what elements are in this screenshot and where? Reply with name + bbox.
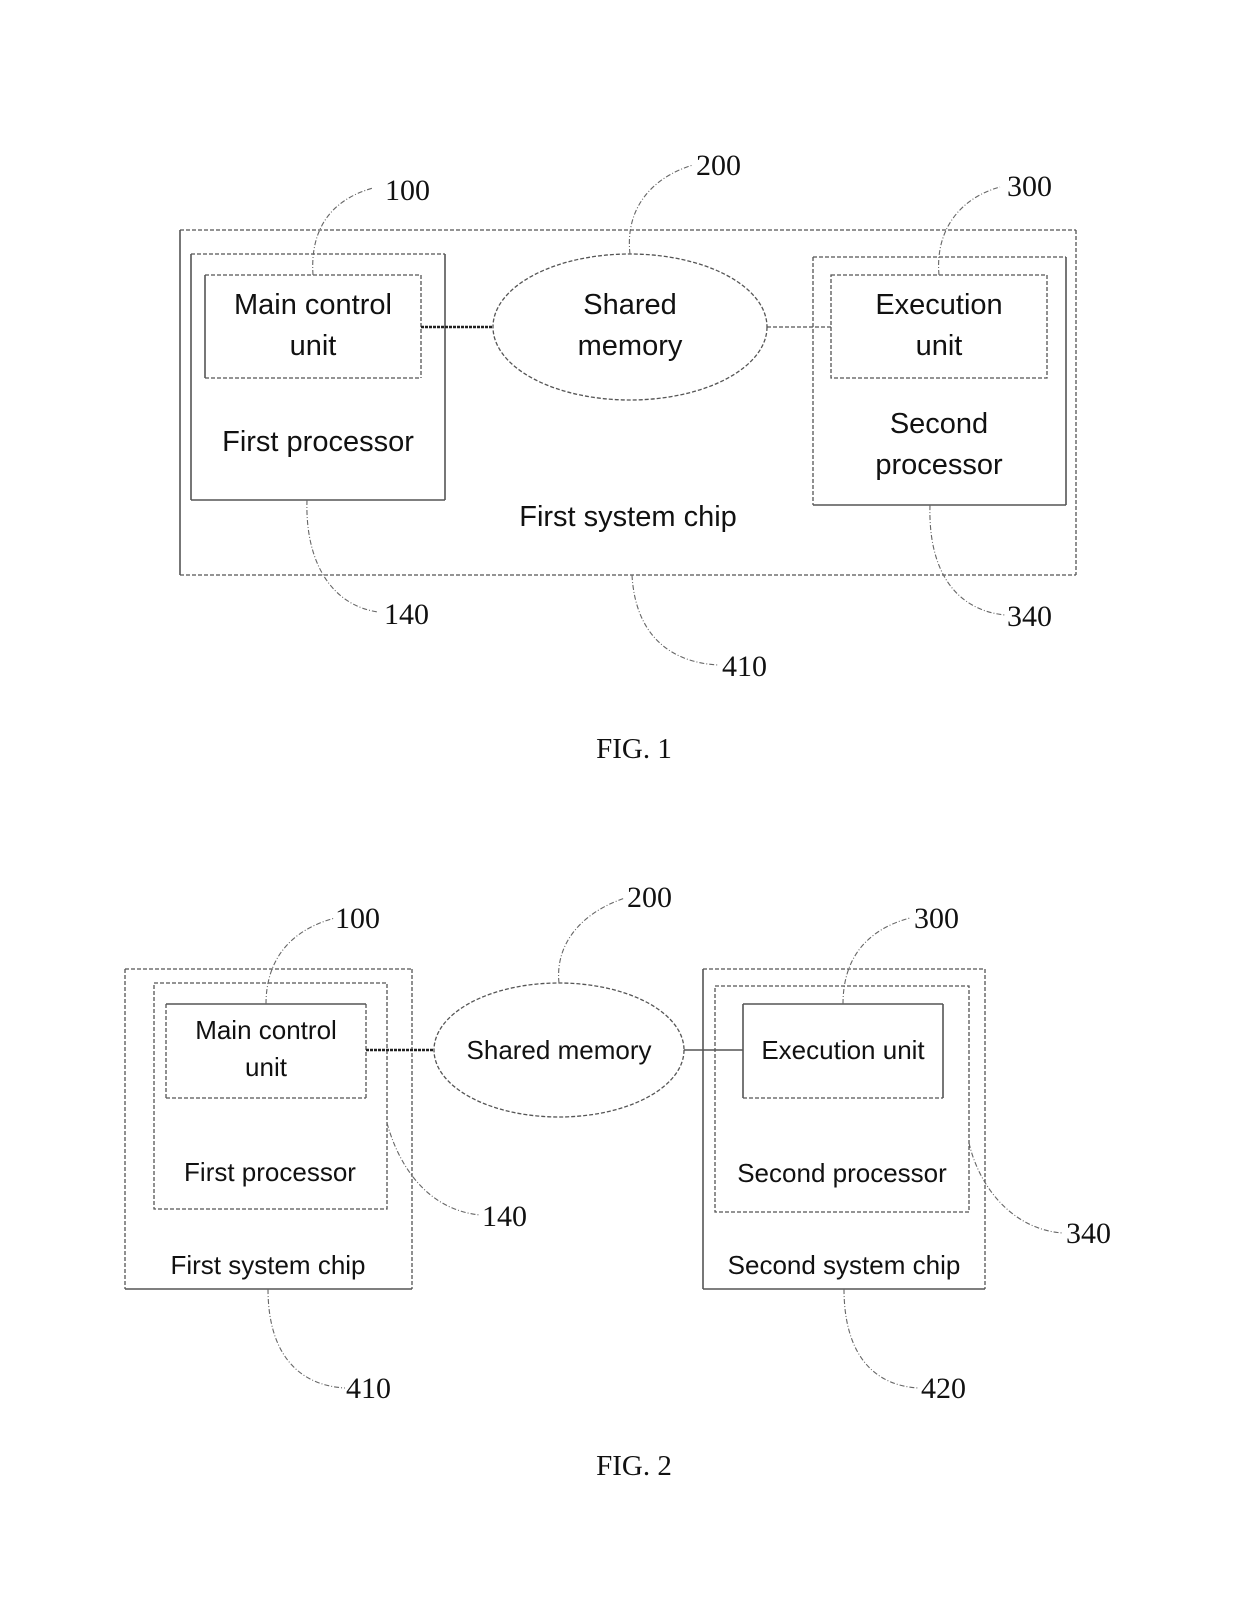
execution-unit-label-fig2: Execution unit	[761, 1035, 925, 1065]
leader-line-140-fig2	[386, 1122, 481, 1216]
ref-numeral-410-fig2: 410	[346, 1372, 391, 1405]
leader-line-340	[929, 504, 1006, 616]
second-processor-label-fig2: Second processor	[737, 1158, 947, 1188]
main-control-unit-label-line2-fig2: unit	[245, 1052, 288, 1082]
main-control-unit-label-line1-fig2: Main control	[195, 1015, 337, 1045]
ref-numeral-420-fig2: 420	[921, 1372, 966, 1405]
execution-unit-label-line1: Execution	[875, 289, 1002, 321]
leader-line-410-fig2	[267, 1288, 346, 1389]
first-processor-label-fig2: First processor	[184, 1157, 356, 1187]
leader-line-200-fig2	[558, 897, 626, 984]
figure-1: First system chip First processor Main c…	[179, 149, 1077, 765]
ref-numeral-140: 140	[384, 598, 429, 631]
leader-line-100-fig2	[265, 917, 336, 1005]
second-processor-label-line1: Second	[890, 408, 988, 440]
ref-numeral-300: 300	[1007, 170, 1052, 203]
figure-1-caption: FIG. 1	[596, 733, 672, 765]
ref-numeral-100-fig2: 100	[335, 902, 380, 935]
figure-2: First system chip First processor Main c…	[124, 881, 1111, 1482]
figure-2-caption: FIG. 2	[596, 1450, 672, 1482]
ref-numeral-140-fig2: 140	[482, 1200, 527, 1233]
leader-line-200	[628, 164, 694, 255]
leader-line-100	[312, 187, 374, 276]
ref-numeral-300-fig2: 300	[914, 902, 959, 935]
leader-line-420-fig2	[843, 1288, 919, 1389]
ref-numeral-200-fig2: 200	[627, 881, 672, 914]
ref-numeral-340: 340	[1007, 600, 1052, 633]
leader-line-410	[631, 574, 719, 666]
execution-unit-label-line2: unit	[916, 330, 963, 362]
first-system-chip-label-fig2: First system chip	[170, 1250, 365, 1280]
second-system-chip-label: Second system chip	[728, 1250, 961, 1280]
ref-numeral-200: 200	[696, 149, 741, 182]
shared-memory-label-line1: Shared	[583, 289, 677, 321]
main-control-unit-label-line2: unit	[290, 330, 337, 362]
main-control-unit-label-line1: Main control	[234, 289, 392, 321]
ref-numeral-100: 100	[385, 174, 430, 207]
shared-memory-label-fig2: Shared memory	[467, 1035, 652, 1065]
first-processor-label: First processor	[222, 426, 414, 458]
leader-line-300	[938, 186, 1001, 276]
second-processor-label-line2: processor	[875, 449, 1003, 481]
ref-numeral-340-fig2: 340	[1066, 1217, 1111, 1250]
leader-line-300-fig2	[842, 917, 911, 1005]
leader-line-140	[306, 499, 379, 613]
leader-line-340-fig2	[968, 1142, 1064, 1234]
patent-drawing-sheet: First system chip First processor Main c…	[124, 149, 1111, 1482]
shared-memory-label-line2: memory	[578, 330, 683, 362]
shared-memory-ellipse	[492, 253, 768, 401]
ref-numeral-410: 410	[722, 650, 767, 683]
first-system-chip-label: First system chip	[519, 501, 737, 533]
